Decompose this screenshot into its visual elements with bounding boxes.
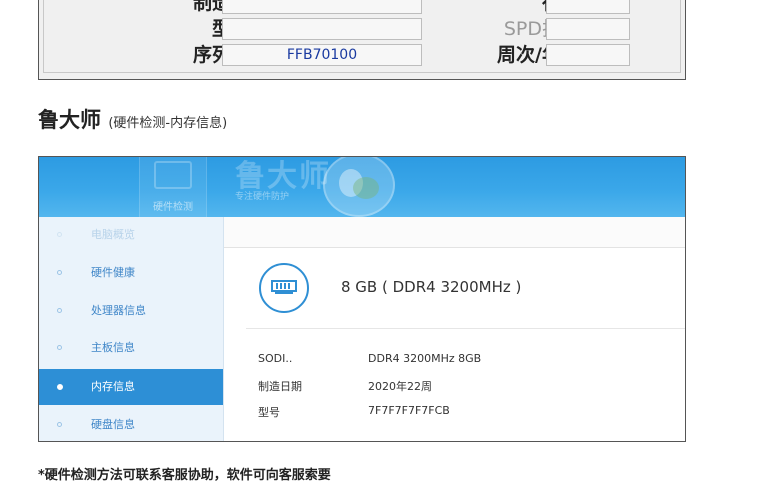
- bullet-icon: [57, 384, 63, 390]
- model-value: [222, 18, 422, 40]
- bullet-icon: [57, 345, 62, 350]
- spd-info-frame: 制造商 行列 型号 SPD扩展 序列号 FFB70100 周次/年份: [43, 0, 681, 73]
- bullet-icon: [57, 308, 62, 313]
- spec-value: 7F7F7F7F7FCB: [368, 404, 450, 417]
- sidebar-item-overview[interactable]: 电脑概览: [39, 217, 223, 253]
- monitor-icon: [154, 161, 192, 189]
- spd-row-manufacturer: 制造商 行列: [44, 0, 680, 15]
- spd-ext-value: [546, 18, 630, 40]
- sidebar-item-label: 硬件健康: [91, 266, 135, 279]
- spd-info-panel: 制造商 行列 型号 SPD扩展 序列号 FFB70100 周次/年份: [38, 0, 686, 80]
- memory-summary: 8 GB ( DDR4 3200MHz ): [341, 278, 522, 296]
- content-topbar: [224, 217, 685, 248]
- spec-key: 制造日期: [258, 380, 302, 393]
- spec-key: 型号: [258, 406, 280, 419]
- ranks-value: [546, 0, 630, 14]
- hardware-check-label: 硬件检测: [153, 202, 193, 213]
- spec-value: DDR4 3200MHz 8GB: [368, 352, 482, 365]
- sidebar-item-memory[interactable]: 内存信息: [39, 369, 223, 405]
- hardware-check-tab[interactable]: 硬件检测: [139, 157, 207, 217]
- section-title: 鲁大师 (硬件检测-内存信息): [38, 104, 227, 134]
- week-year-value: [546, 44, 630, 66]
- bullet-icon: [57, 422, 62, 427]
- divider: [246, 328, 685, 329]
- section-title-main: 鲁大师: [38, 108, 101, 132]
- sidebar-item-motherboard[interactable]: 主板信息: [39, 330, 223, 366]
- sidebar: 电脑概览 硬件健康 处理器信息 主板信息 内存信息 硬盘信息: [39, 217, 224, 441]
- manufacturer-value: [222, 0, 422, 14]
- sidebar-item-disk[interactable]: 硬盘信息: [39, 407, 223, 441]
- footnote: *硬件检测方法可联系客服协助，软件可向客服索要: [38, 468, 331, 483]
- ram-icon: [259, 263, 309, 313]
- serial-value: FFB70100: [222, 44, 422, 66]
- memory-info-panel: 8 GB ( DDR4 3200MHz ) SODI.. DDR4 3200MH…: [224, 217, 685, 441]
- spd-row-model: 型号 SPD扩展: [44, 17, 680, 41]
- sidebar-item-cpu[interactable]: 处理器信息: [39, 293, 223, 329]
- sidebar-item-label: 处理器信息: [91, 304, 146, 317]
- sidebar-item-label: 硬盘信息: [91, 418, 135, 431]
- sidebar-item-label: 主板信息: [91, 341, 135, 354]
- spd-row-serial: 序列号 FFB70100 周次/年份: [44, 43, 680, 67]
- spec-value: 2020年22周: [368, 380, 432, 393]
- sidebar-item-label: 内存信息: [91, 380, 135, 393]
- app-tagline: 专注硬件防护: [235, 192, 290, 202]
- sidebar-item-label: 电脑概览: [91, 228, 135, 241]
- mascot-logo-icon: [323, 157, 395, 217]
- spec-key: SODI..: [258, 352, 293, 365]
- bullet-icon: [57, 270, 62, 275]
- section-title-sub: (硬件检测-内存信息): [108, 116, 228, 131]
- sidebar-item-health[interactable]: 硬件健康: [39, 255, 223, 291]
- bullet-icon: [57, 232, 62, 237]
- ludashi-window: 硬件检测 鲁大师 专注硬件防护 电脑概览 硬件健康 处理器信息 主板信息 内存信…: [38, 156, 686, 442]
- app-header: 硬件检测 鲁大师 专注硬件防护: [39, 157, 685, 217]
